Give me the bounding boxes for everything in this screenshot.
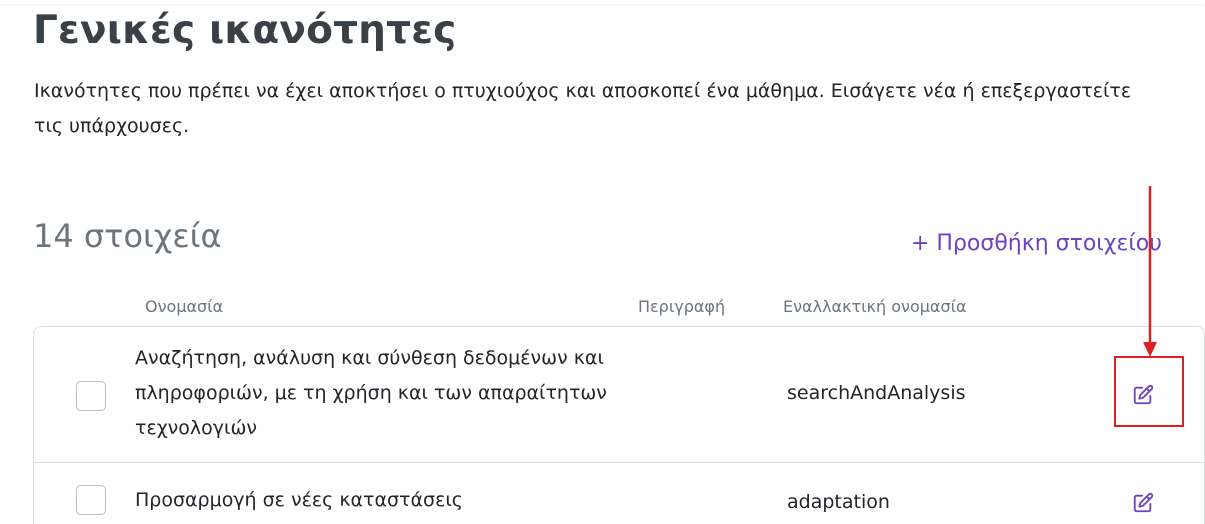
table-row: Αναζήτηση, ανάλυση και σύνθεση δεδομένων…	[34, 327, 1204, 463]
add-item-link[interactable]: + Προσθήκη στοιχείου	[911, 231, 1162, 256]
row-name: Αναζήτηση, ανάλυση και σύνθεση δεδομένων…	[135, 347, 607, 439]
row-checkbox[interactable]	[76, 485, 106, 515]
page-title: Γενικές ικανότητες	[33, 8, 457, 53]
column-header-description[interactable]: Περιγραφή	[638, 297, 725, 316]
edit-icon	[1133, 384, 1154, 405]
page: Γενικές ικανότητες Ικανότητες που πρέπει…	[0, 0, 1205, 524]
items-count: 14 στοιχεία	[33, 217, 222, 255]
column-header-name[interactable]: Ονομασία	[145, 297, 223, 316]
row-checkbox[interactable]	[76, 381, 106, 411]
edit-button[interactable]	[1129, 489, 1157, 517]
row-name: Προσαρμογή σε νέες καταστάσεις	[135, 489, 463, 511]
edit-button[interactable]	[1129, 381, 1157, 409]
table-row: Προσαρμογή σε νέες καταστάσεις adaptatio…	[34, 463, 1204, 524]
row-alt-name: searchAndAnalysis	[787, 382, 966, 404]
column-header-alt-name[interactable]: Εναλλακτική ονομασία	[783, 297, 967, 316]
top-bar	[0, 0, 1205, 4]
page-description: Ικανότητες που πρέπει να έχει αποκτήσει …	[34, 80, 1132, 137]
edit-icon	[1133, 492, 1154, 513]
row-alt-name: adaptation	[787, 491, 890, 513]
items-table: Αναζήτηση, ανάλυση και σύνθεση δεδομένων…	[33, 326, 1205, 524]
